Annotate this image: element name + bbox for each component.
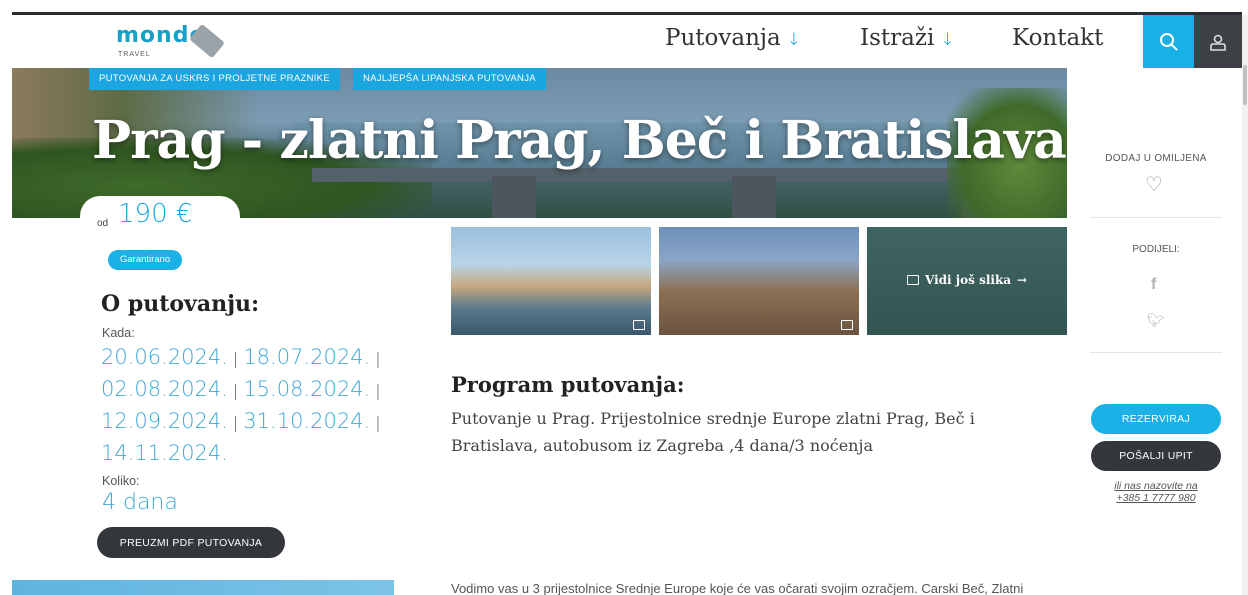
share-label: PODIJELI:	[1132, 244, 1180, 255]
when-label: Kada:	[102, 326, 135, 340]
guaranteed-badge: Garantirano	[108, 250, 183, 270]
user-icon	[1210, 34, 1226, 51]
date-separator: |	[232, 413, 239, 432]
route-map[interactable]	[12, 580, 394, 595]
phone-number: +385 1 7777 980	[1116, 492, 1196, 504]
gallery-more-button[interactable]: Vidi još slika →	[867, 227, 1067, 335]
price-value: 190 €	[118, 199, 193, 229]
arrow-down-icon: ↓	[940, 30, 955, 50]
image-icon	[907, 275, 919, 285]
nav-istrazi[interactable]: Istraži ↓	[860, 25, 955, 51]
search-icon	[1159, 32, 1178, 51]
program-summary: Putovanje u Prag. Prijestolnice srednje …	[451, 409, 975, 455]
page-title: Prag - zlatni Prag, Beč i Bratislava	[92, 110, 1067, 171]
scrollbar-thumb[interactable]	[1243, 65, 1247, 105]
date-separator: |	[232, 381, 239, 400]
divider	[1090, 352, 1222, 353]
search-button[interactable]	[1143, 15, 1194, 68]
date-item[interactable]: 20.06.2024.	[101, 345, 228, 369]
site-header: monde TRAVEL Putovanja ↓ Istraži ↓ Kontakt	[12, 15, 1242, 68]
category-tag-easter[interactable]: PUTOVANJA ZA USKRS I PROLJETNE PRAZNIKE	[89, 68, 340, 90]
nav-kontakt[interactable]: Kontakt	[1012, 25, 1103, 51]
image-icon	[633, 320, 645, 330]
duration-label: Koliko:	[102, 474, 140, 488]
category-tag-june[interactable]: NAJLJEPŠA LIPANJSKA PUTOVANJA	[353, 68, 546, 90]
program-heading: Program putovanja:	[451, 372, 685, 397]
gallery-more: Vidi još slika →	[907, 273, 1027, 287]
date-separator: |	[375, 381, 381, 400]
duration-value: 4 dana	[102, 490, 178, 515]
facebook-icon[interactable]: f	[1151, 276, 1156, 294]
image-icon	[841, 320, 853, 330]
nav-putovanja-label: Putovanja	[665, 25, 781, 51]
logo[interactable]: monde TRAVEL	[116, 23, 256, 71]
call-link[interactable]: ili nas nazovite na +385 1 7777 980	[1090, 480, 1222, 504]
add-favorite-label: DODAJ U OMILJENA	[1105, 153, 1207, 164]
call-text: ili nas nazovite na	[1114, 480, 1198, 492]
download-pdf-button[interactable]: PREUZMI PDF PUTOVANJA	[97, 527, 285, 558]
hero-bridge-pier	[492, 176, 536, 218]
hero-bridge-pier	[732, 176, 776, 218]
scrollbar[interactable]	[1242, 15, 1248, 595]
gallery-thumb-old-town[interactable]	[659, 227, 859, 335]
date-item[interactable]: 12.09.2024.	[101, 409, 228, 433]
program-description: Vodimo vas u 3 prijestolnice Srednje Eur…	[451, 581, 1024, 595]
divider	[1090, 217, 1222, 218]
date-separator: |	[375, 349, 381, 368]
logo-subtitle: TRAVEL	[118, 51, 151, 58]
book-button[interactable]: REZERVIRAJ	[1091, 404, 1221, 434]
about-heading: O putovanju:	[101, 291, 260, 317]
date-item[interactable]: 31.10.2024.	[243, 409, 370, 433]
arrow-down-icon: ↓	[786, 30, 801, 50]
price-prefix: od	[97, 218, 109, 229]
arrow-right-icon: →	[1017, 273, 1028, 287]
date-separator: |	[232, 349, 239, 368]
nav-putovanja[interactable]: Putovanja ↓	[665, 25, 801, 51]
departure-dates: 20.06.2024. | 18.07.2024. | 02.08.2024. | 15.…	[101, 342, 401, 469]
date-separator: |	[375, 413, 381, 432]
date-item[interactable]: 18.07.2024.	[243, 345, 370, 369]
twitter-icon[interactable]: 🐦︎	[1147, 312, 1165, 329]
nav-istrazi-label: Istraži	[860, 25, 935, 51]
date-item[interactable]: 02.08.2024.	[101, 377, 228, 401]
date-item[interactable]: 15.08.2024.	[243, 377, 370, 401]
heart-icon[interactable]: ♡	[1145, 172, 1163, 197]
gallery-thumb-bridges[interactable]	[451, 227, 651, 335]
gallery-more-label: Vidi još slika	[925, 273, 1012, 287]
nav-kontakt-label: Kontakt	[1012, 25, 1104, 51]
send-inquiry-button[interactable]: POŠALJI UPIT	[1091, 441, 1221, 471]
user-account-button[interactable]	[1194, 15, 1242, 68]
date-item[interactable]: 14.11.2024.	[101, 441, 228, 465]
